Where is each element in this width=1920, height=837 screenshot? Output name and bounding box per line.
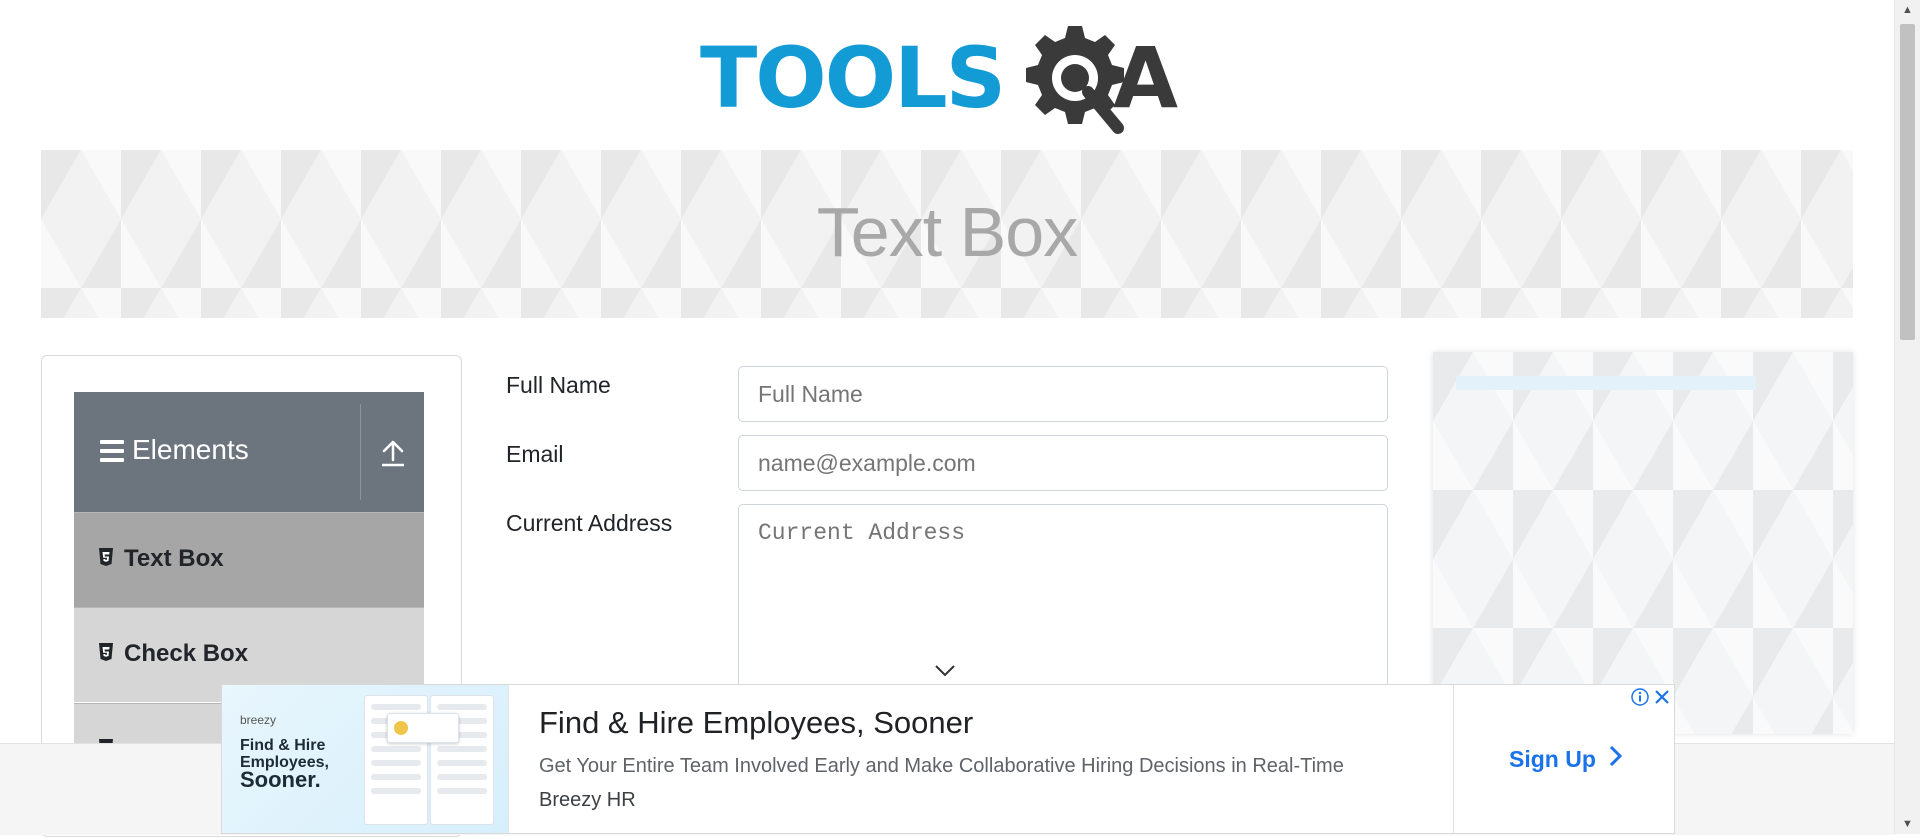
logo-text-tools: TOOLS [700,29,1006,127]
html5-icon [99,548,113,566]
ad-signup-button[interactable]: Sign Up [1509,745,1623,773]
ad-advertiser: Breezy HR [539,789,636,811]
sidebar-group-title: Elements [132,434,249,465]
scroll-down-arrow[interactable]: ▼ [1895,814,1920,834]
full-name-input[interactable] [738,366,1388,422]
ad-separator [1453,685,1454,833]
header-divider [360,404,361,500]
toolsqa-logo[interactable]: TOOLS A [700,20,1200,136]
ad-headline[interactable]: Find & Hire Employees, Sooner [539,705,973,741]
scroll-up-arrow[interactable]: ▲ [1895,0,1920,20]
page-title: Text Box [816,193,1078,271]
hamburger-icon [100,440,124,462]
sidebar-item-text-box[interactable]: Text Box [74,512,424,607]
chevron-down-icon [935,665,955,677]
ad-thumb-popup [387,713,459,743]
bottom-ad-banner[interactable]: breezy Find & Hire Employees, Sooner. Fi… [221,684,1675,834]
current-address-textarea[interactable] [738,504,1388,704]
ad-description: Get Your Entire Team Involved Early and … [539,755,1344,777]
full-name-label: Full Name [506,372,611,398]
ad-thumbnail[interactable]: breezy Find & Hire Employees, Sooner. [222,685,509,833]
ad-thumb-brand: breezy [240,713,277,727]
ad-cta-label: Sign Up [1509,746,1596,772]
email-label: Email [506,441,564,467]
page-banner: Text Box [41,150,1853,318]
side-ad-panel [1433,352,1853,734]
gear-icon [1026,26,1124,134]
logo-text-a: A [1113,29,1179,127]
sidebar-group-elements[interactable]: Elements [74,392,424,512]
email-input[interactable] [738,435,1388,491]
sidebar-item-label: Text Box [124,545,224,572]
html5-icon [99,643,113,661]
scrollbar-thumb[interactable] [1900,24,1915,340]
ad-thumb-tagline: Find & Hire Employees, Sooner. [240,737,329,792]
chevron-right-icon [1610,745,1623,767]
sidebar-item-label: Check Box [124,640,249,667]
upload-arrow-icon[interactable] [380,438,406,468]
info-icon[interactable] [1630,687,1650,707]
page-scrollbar[interactable]: ▲ ▼ [1894,0,1920,834]
current-address-label: Current Address [506,510,673,536]
close-icon[interactable] [1652,687,1672,707]
side-ad-bar [1456,376,1756,390]
